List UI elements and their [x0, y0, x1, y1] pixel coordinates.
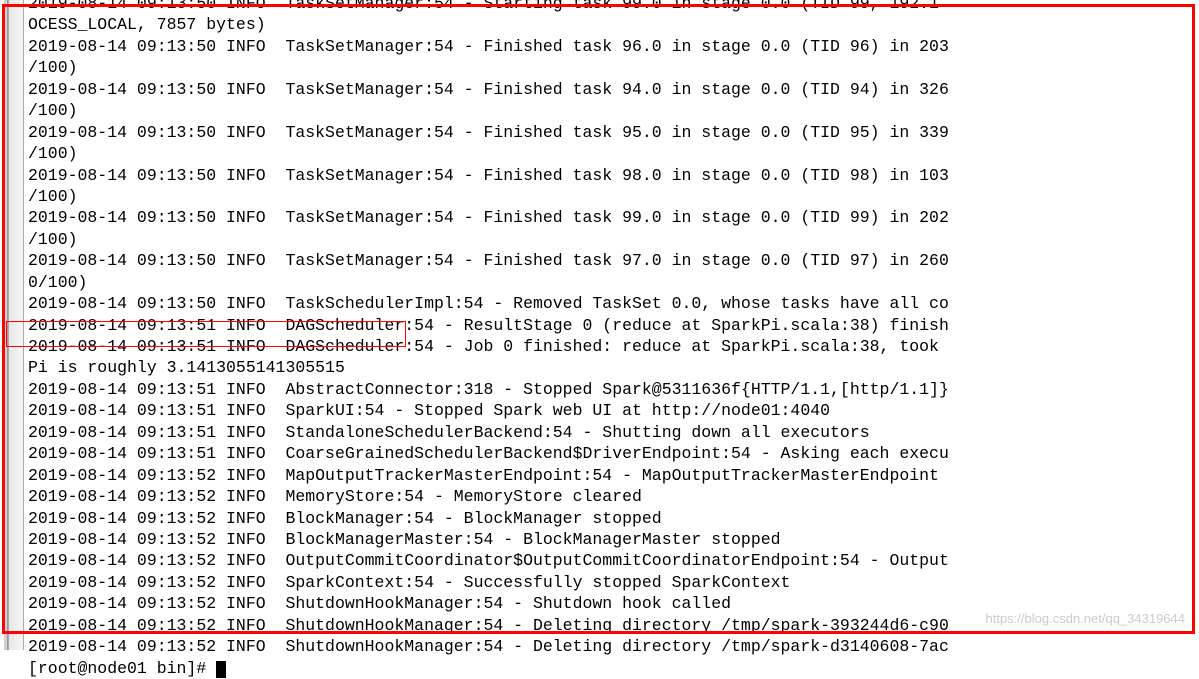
- log-line: 2019-08-14 09:13:51 INFO CoarseGrainedSc…: [28, 443, 1199, 464]
- log-line: 2019-08-14 09:13:52 INFO ShutdownHookMan…: [28, 593, 1199, 614]
- log-line: 2019-08-14 09:13:50 INFO TaskSetManager:…: [28, 0, 1199, 14]
- log-line: OCESS_LOCAL, 7857 bytes): [28, 14, 1199, 35]
- terminal-window: ˇ 2019-08-14 09:13:50 INFO TaskSetManage…: [0, 0, 1199, 650]
- log-line: 2019-08-14 09:13:52 INFO MapOutputTracke…: [28, 465, 1199, 486]
- log-line: 2019-08-14 09:13:51 INFO AbstractConnect…: [28, 379, 1199, 400]
- log-line: 2019-08-14 09:13:51 INFO DAGScheduler:54…: [28, 315, 1199, 336]
- log-line: 2019-08-14 09:13:50 INFO TaskSetManager:…: [28, 207, 1199, 228]
- log-line: 2019-08-14 09:13:51 INFO SparkUI:54 - St…: [28, 400, 1199, 421]
- log-line: 2019-08-14 09:13:52 INFO ShutdownHookMan…: [28, 615, 1199, 636]
- log-line: 2019-08-14 09:13:52 INFO BlockManagerMas…: [28, 529, 1199, 550]
- log-line: /100): [28, 186, 1199, 207]
- log-line: /100): [28, 57, 1199, 78]
- scrollbar-gutter[interactable]: ˇ: [8, 0, 24, 650]
- log-line: 2019-08-14 09:13:50 INFO TaskSchedulerIm…: [28, 293, 1199, 314]
- shell-prompt[interactable]: [root@node01 bin]#: [28, 658, 1199, 679]
- log-line: 2019-08-14 09:13:52 INFO SparkContext:54…: [28, 572, 1199, 593]
- terminal-output[interactable]: 2019-08-14 09:13:50 INFO TaskSetManager:…: [28, 0, 1199, 679]
- log-line: 2019-08-14 09:13:51 INFO StandaloneSched…: [28, 422, 1199, 443]
- log-line: 2019-08-14 09:13:52 INFO BlockManager:54…: [28, 508, 1199, 529]
- log-line: 2019-08-14 09:13:51 INFO DAGScheduler:54…: [28, 336, 1199, 357]
- log-line: 2019-08-14 09:13:52 INFO ShutdownHookMan…: [28, 636, 1199, 657]
- log-line: 2019-08-14 09:13:50 INFO TaskSetManager:…: [28, 250, 1199, 271]
- scroll-up-indicator-icon: ˇ: [12, 2, 20, 19]
- cursor-icon: [216, 661, 226, 678]
- log-line: Pi is roughly 3.1413055141305515: [28, 357, 1199, 378]
- log-line: 2019-08-14 09:13:50 INFO TaskSetManager:…: [28, 165, 1199, 186]
- log-line: 2019-08-14 09:13:52 INFO OutputCommitCoo…: [28, 550, 1199, 571]
- log-line: /100): [28, 143, 1199, 164]
- log-line: 2019-08-14 09:13:50 INFO TaskSetManager:…: [28, 79, 1199, 100]
- log-line: 2019-08-14 09:13:50 INFO TaskSetManager:…: [28, 122, 1199, 143]
- log-line: /100): [28, 100, 1199, 121]
- log-line: /100): [28, 229, 1199, 250]
- log-line: 2019-08-14 09:13:50 INFO TaskSetManager:…: [28, 36, 1199, 57]
- log-line: 2019-08-14 09:13:52 INFO MemoryStore:54 …: [28, 486, 1199, 507]
- log-line: 0/100): [28, 272, 1199, 293]
